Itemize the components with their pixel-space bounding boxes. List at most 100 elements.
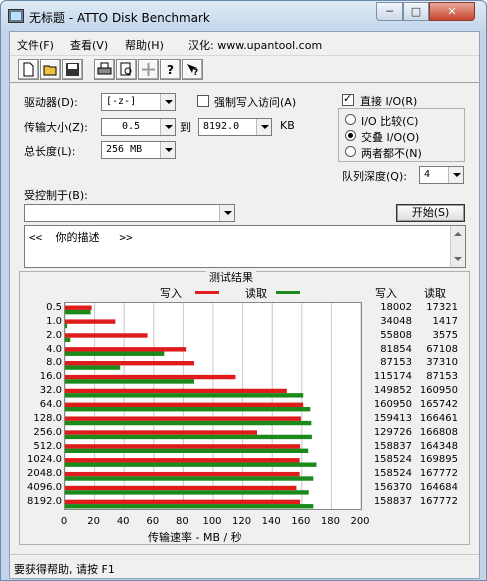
x-tick-label: 80	[176, 516, 189, 527]
chevron-down-icon[interactable]	[160, 142, 175, 158]
write-bar	[65, 444, 301, 449]
print-button[interactable]	[94, 59, 115, 80]
client-area: 文件(F) 查看(V) 帮助(H) 汉化: www.upantool.com ?…	[9, 31, 480, 579]
write-bar	[65, 361, 194, 366]
write-speed-value: 129726	[373, 426, 412, 438]
write-bar	[65, 388, 287, 394]
write-speed-value: 159413	[373, 412, 412, 424]
queue-depth-select[interactable]: 4	[419, 166, 464, 184]
io-interleave-radio[interactable]	[345, 130, 356, 141]
transfer-to-select[interactable]: 8192.0	[198, 118, 272, 136]
chevron-down-icon[interactable]	[160, 94, 175, 110]
scroll-up-icon[interactable]	[454, 232, 462, 236]
write-bar	[65, 402, 304, 407]
read-bar	[65, 476, 314, 481]
chart-svg	[65, 303, 361, 509]
open-button[interactable]	[40, 59, 61, 80]
move-icon	[142, 63, 155, 76]
drive-select[interactable]: [-z-]	[101, 93, 176, 111]
description-scrollbar[interactable]	[450, 226, 465, 267]
status-bar: 要获得帮助, 请按 F1	[10, 554, 479, 578]
transfer-unit: KB	[280, 119, 295, 132]
save-icon	[66, 63, 79, 76]
print-icon	[97, 62, 112, 75]
read-speed-value: 1417	[432, 315, 458, 327]
write-speed-value: 115174	[373, 371, 412, 383]
read-speed-value: 37310	[426, 357, 458, 369]
force-write-checkbox[interactable]	[197, 95, 209, 107]
read-bar	[65, 420, 312, 426]
chevron-down-icon[interactable]	[160, 119, 175, 135]
transfer-to-value: 8192.0	[203, 121, 240, 132]
io-compare-radio[interactable]	[345, 114, 356, 125]
chevron-down-icon[interactable]	[448, 167, 463, 183]
read-speed-value: 87153	[426, 371, 458, 383]
write-speed-value: 158837	[373, 496, 412, 508]
minimize-button[interactable]: ─	[376, 2, 403, 21]
description-text: << 你的描述 >>	[29, 231, 133, 244]
transfer-size-row-label: 2.0	[46, 329, 62, 341]
write-speed-value: 158837	[373, 440, 412, 452]
legend-read-swatch	[276, 291, 300, 294]
menu-file[interactable]: 文件(F)	[17, 37, 54, 53]
scroll-down-icon[interactable]	[454, 257, 462, 261]
read-speed-value: 167772	[419, 468, 458, 480]
menu-help[interactable]: 帮助(H)	[125, 37, 164, 53]
write-speed-value: 156370	[373, 482, 412, 494]
transfer-size-label: 传输大小(Z):	[24, 121, 88, 134]
help-button[interactable]: ?	[160, 59, 181, 80]
write-speed-value: 149852	[373, 385, 412, 397]
new-button[interactable]	[18, 59, 39, 80]
queue-depth-label: 队列深度(Q):	[342, 170, 407, 183]
transfer-from-select[interactable]: 0.5	[101, 118, 176, 136]
force-write-label: 强制写入访问(A)	[214, 96, 297, 109]
read-column-header: 读取	[424, 287, 446, 300]
read-bar	[65, 323, 68, 329]
description-field[interactable]: << 你的描述 >>	[24, 225, 466, 268]
read-speed-value: 164348	[419, 440, 458, 452]
neither-radio[interactable]	[345, 146, 356, 157]
write-bar	[65, 319, 116, 324]
window-title: 无标题 - ATTO Disk Benchmark	[29, 11, 210, 25]
transfer-size-row-label: 128.0	[33, 412, 62, 424]
read-speed-value: 17321	[426, 301, 458, 313]
direct-io-checkbox[interactable]	[342, 92, 354, 106]
x-tick-label: 60	[146, 516, 160, 527]
transfer-size-row-label: 64.0	[39, 399, 62, 410]
x-tick-label: 120	[232, 516, 252, 527]
transfer-size-row-label: 512.0	[33, 440, 62, 452]
controlled-by-select[interactable]	[24, 204, 235, 222]
menu-localization[interactable]: 汉化: www.upantool.com	[188, 37, 322, 53]
transfer-size-row-label: 32.0	[39, 385, 62, 397]
total-length-select[interactable]: 256 MB	[101, 141, 176, 159]
svg-text:?: ?	[193, 68, 198, 77]
write-bar	[65, 305, 92, 310]
start-button[interactable]: 开始(S)	[396, 204, 465, 222]
io-mode-group: I/O 比较(C) 交叠 I/O(O) 两者都不(N)	[338, 108, 465, 162]
menu-bar: 文件(F) 查看(V) 帮助(H) 汉化: www.upantool.com	[10, 32, 479, 54]
move-button[interactable]	[138, 59, 159, 80]
read-speed-value: 67108	[426, 343, 458, 355]
open-icon	[43, 65, 57, 76]
read-bar	[65, 351, 165, 356]
read-speed-value: 164684	[419, 482, 458, 494]
print-preview-button[interactable]	[116, 59, 137, 80]
read-speed-value: 166808	[419, 426, 458, 438]
menu-view[interactable]: 查看(V)	[70, 37, 108, 53]
maximize-button[interactable]: □	[403, 2, 429, 21]
chevron-down-icon[interactable]	[219, 205, 234, 221]
chevron-down-icon[interactable]	[256, 119, 271, 135]
transfer-size-row-label: 4.0	[46, 343, 62, 355]
write-bar	[65, 458, 300, 463]
write-speed-value: 87153	[380, 357, 412, 369]
close-button[interactable]: ✕	[429, 2, 475, 21]
write-speed-value: 34048	[380, 315, 412, 327]
save-button[interactable]	[62, 59, 83, 80]
title-bar[interactable]: 无标题 - ATTO Disk Benchmark ─ □ ✕	[1, 1, 486, 31]
legend-write-label: 写入	[160, 287, 182, 300]
print-preview-icon	[120, 62, 132, 76]
read-bar	[65, 365, 121, 370]
transfer-size-row-label: 4096.0	[27, 482, 62, 494]
transfer-size-row-label: 8192.0	[27, 496, 62, 508]
context-help-button[interactable]: ?	[182, 59, 203, 80]
